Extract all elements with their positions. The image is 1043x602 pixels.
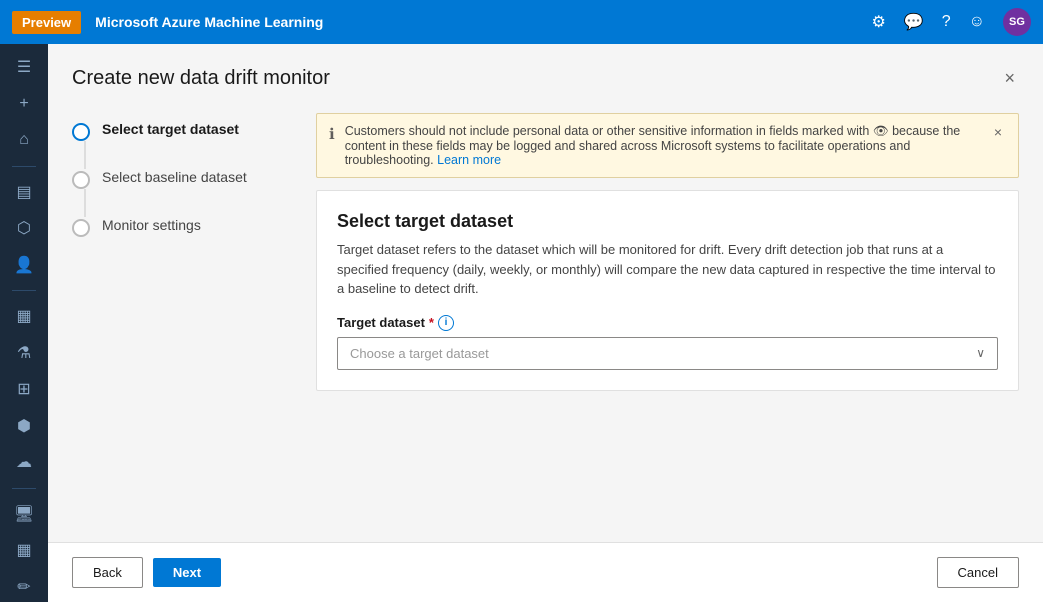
notice-text-part1: Customers should not include personal da…	[345, 124, 870, 138]
step-line-2	[84, 189, 86, 217]
step-line-1	[84, 141, 86, 169]
sidebar-pipeline-icon[interactable]: ⬡	[6, 213, 42, 244]
sidebar-cloud-icon[interactable]: ☁	[6, 447, 42, 478]
next-button[interactable]: Next	[153, 558, 221, 587]
app-title: Microsoft Azure Machine Learning	[95, 14, 871, 30]
sidebar: ☰ + ⌂ ▤ ⬡ 👤 ▦ ⚗ ⊞ ⬢ ☁ 🖥 ▦ ✏	[0, 44, 48, 602]
form-content-area: Select target dataset Target dataset ref…	[316, 190, 1019, 391]
preview-badge: Preview	[12, 11, 81, 34]
notice-close-button[interactable]: ×	[990, 124, 1006, 140]
sidebar-home-icon[interactable]: ⌂	[6, 125, 42, 156]
step-3-circle	[72, 219, 90, 237]
step-2-circle	[72, 171, 90, 189]
sidebar-data-icon[interactable]: ▤	[6, 176, 42, 207]
sidebar-divider-2	[12, 290, 36, 291]
dialog-footer: Back Next Cancel	[48, 542, 1043, 602]
sidebar-storage-icon[interactable]: ▦	[6, 535, 42, 566]
sidebar-compute-icon[interactable]: 🖥	[6, 498, 42, 529]
sidebar-divider-1	[12, 166, 36, 167]
field-label-target-dataset: Target dataset * i	[337, 315, 998, 331]
dropdown-placeholder: Choose a target dataset	[350, 346, 489, 361]
content-area: Create new data drift monitor × Select t…	[48, 44, 1043, 602]
avatar[interactable]: SG	[1003, 8, 1031, 36]
dialog-header: Create new data drift monitor ×	[72, 64, 1019, 93]
dialog-close-button[interactable]: ×	[1000, 64, 1019, 93]
sidebar-experiments-icon[interactable]: ⚗	[6, 337, 42, 368]
section-description: Target dataset refers to the dataset whi…	[337, 240, 998, 299]
sidebar-divider-3	[12, 488, 36, 489]
field-label-text: Target dataset	[337, 315, 425, 330]
dialog-title: Create new data drift monitor	[72, 67, 330, 90]
dialog-container: Create new data drift monitor × Select t…	[48, 44, 1043, 542]
step-2: Select baseline dataset	[72, 169, 292, 217]
notice-text: Customers should not include personal da…	[345, 124, 980, 167]
sidebar-endpoints-icon[interactable]: ⬢	[6, 410, 42, 441]
target-dataset-dropdown[interactable]: Choose a target dataset ∨	[337, 337, 998, 370]
sidebar-edit-icon[interactable]: ✏	[6, 571, 42, 602]
sidebar-models-icon[interactable]: ⊞	[6, 374, 42, 405]
topbar: Preview Microsoft Azure Machine Learning…	[0, 0, 1043, 44]
step-3-label: Monitor settings	[102, 217, 201, 233]
steps-panel: Select target dataset Select baseline da…	[72, 113, 292, 391]
step-1: Select target dataset	[72, 121, 292, 169]
sidebar-menu-icon[interactable]: ☰	[6, 52, 42, 83]
notice-info-icon: ℹ	[329, 125, 335, 143]
account-icon[interactable]: ☺	[969, 13, 985, 31]
step-1-circle	[72, 123, 90, 141]
topbar-actions: ⚙ 💬 ? ☺ SG	[871, 8, 1031, 36]
dialog-body: Select target dataset Select baseline da…	[72, 113, 1019, 391]
feedback-icon[interactable]: 💬	[904, 12, 924, 32]
sidebar-add-icon[interactable]: +	[6, 89, 42, 120]
sidebar-users-icon[interactable]: 👤	[6, 250, 42, 281]
step-1-label: Select target dataset	[102, 121, 239, 137]
required-star: *	[429, 315, 434, 330]
step-2-label: Select baseline dataset	[102, 169, 247, 185]
sidebar-jobs-icon[interactable]: ▦	[6, 301, 42, 332]
chevron-down-icon: ∨	[976, 346, 985, 360]
notice-eye-icon: 👁	[873, 124, 892, 138]
step-3: Monitor settings	[72, 217, 292, 237]
notice-banner: ℹ Customers should not include personal …	[316, 113, 1019, 178]
form-panel: ℹ Customers should not include personal …	[316, 113, 1019, 391]
back-button[interactable]: Back	[72, 557, 143, 588]
field-info-icon[interactable]: i	[438, 315, 454, 331]
settings-icon[interactable]: ⚙	[871, 12, 885, 32]
section-title: Select target dataset	[337, 211, 998, 232]
notice-learn-more-link[interactable]: Learn more	[437, 153, 501, 167]
help-icon[interactable]: ?	[942, 13, 951, 31]
cancel-button[interactable]: Cancel	[937, 557, 1019, 588]
main-layout: ☰ + ⌂ ▤ ⬡ 👤 ▦ ⚗ ⊞ ⬢ ☁ 🖥 ▦ ✏ Create new d…	[0, 44, 1043, 602]
